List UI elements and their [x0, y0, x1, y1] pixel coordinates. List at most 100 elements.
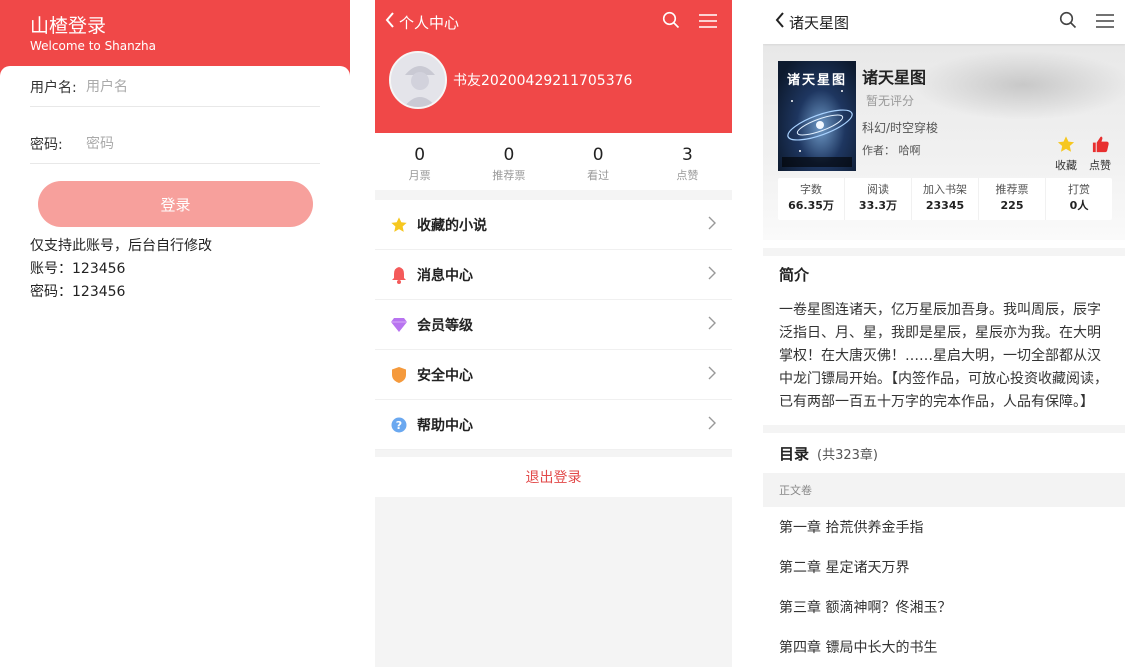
profile-nav-title: 个人中心 — [399, 13, 460, 32]
star-icon — [389, 215, 409, 235]
stat-recommend: 推荐票 225 — [979, 178, 1046, 220]
login-button[interactable]: 登录 — [38, 181, 313, 227]
book-stats: 字数 66.35万 阅读 33.3万 加入书架 23345 推荐票 225 打赏 0人 — [778, 178, 1112, 220]
stat-value: 23345 — [925, 199, 965, 212]
login-title: 山楂登录 — [30, 15, 107, 37]
stat-viewed[interactable]: 0 看过 — [554, 133, 643, 190]
chapter-item[interactable]: 第四章 镖局中长大的书生 — [763, 627, 1125, 667]
chapter-item[interactable]: 第三章 额滴神啊？佟湘玉？ — [763, 587, 1125, 627]
book-nav: 诸天星图 — [763, 0, 1125, 44]
menu-item-messages[interactable]: 消息中心 — [375, 250, 732, 300]
blurred-background — [913, 50, 1125, 120]
search-icon[interactable] — [1059, 11, 1077, 33]
intro-text: 一卷星图连诸天，亿万星辰加吾身。我叫周辰，辰字泛指日、月、星，我即是星辰，星辰亦… — [779, 302, 1108, 410]
stat-num: 0 — [592, 145, 604, 165]
username-label: 用户名: — [30, 79, 77, 96]
menu-icon[interactable] — [1095, 13, 1115, 32]
stat-reads: 阅读 33.3万 — [845, 178, 912, 220]
intro-title: 简介 — [779, 266, 810, 284]
login-note-1: 仅支持此账号，后台自行修改 — [30, 238, 212, 254]
stat-label: 推荐票 — [995, 183, 1029, 196]
stat-value: 66.35万 — [788, 199, 834, 212]
stat-monthly-ticket[interactable]: 0 月票 — [375, 133, 464, 190]
password-label: 密码: — [30, 136, 63, 153]
menu-icon[interactable] — [698, 13, 718, 32]
logout-button[interactable]: 退出登录 — [375, 457, 732, 497]
stat-bookshelf: 加入书架 23345 — [912, 178, 979, 220]
profile-screen: 个人中心 书友20200429211705376 0 月票 0 推荐票 0 看过 3 点… — [375, 0, 732, 667]
login-form: 用户名: 密码: 登录 仅支持此账号，后台自行修改 账号：123456 密码：1… — [0, 66, 350, 667]
chevron-right-icon — [708, 215, 716, 234]
profile-header: 个人中心 书友20200429211705376 — [375, 0, 732, 133]
back-icon[interactable] — [385, 12, 395, 32]
back-icon[interactable] — [775, 12, 785, 32]
book-header: 诸天星图 诸天星图 暂无评分 科幻/时空穿梭 作者： 哈啊 收藏 点赞 字数 66… — [763, 44, 1125, 240]
help-icon: ? — [389, 415, 409, 435]
profile-username: 书友20200429211705376 — [453, 73, 633, 89]
avatar[interactable] — [389, 51, 447, 109]
book-cover[interactable]: 诸天星图 — [778, 61, 856, 171]
book-score: 暂无评分 — [866, 94, 915, 108]
stat-tips: 打赏 0人 — [1046, 178, 1112, 220]
username-row: 用户名: — [30, 67, 320, 107]
stat-label: 看过 — [587, 169, 610, 182]
menu-item-label: 收藏的小说 — [417, 217, 487, 234]
stat-value: 33.3万 — [858, 199, 898, 212]
stat-value: 0人 — [1069, 199, 1089, 212]
like-label: 点赞 — [1089, 159, 1111, 172]
volume-label: 正文卷 — [763, 473, 1125, 507]
password-input[interactable] — [86, 135, 286, 152]
stat-num: 0 — [503, 145, 515, 165]
thumbs-up-icon — [1092, 136, 1109, 153]
book-title: 诸天星图 — [862, 68, 927, 87]
stat-num: 3 — [681, 145, 693, 165]
stat-label: 月票 — [408, 169, 431, 182]
intro-section: 简介 一卷星图连诸天，亿万星辰加吾身。我叫周辰，辰字泛指日、月、星，我即是星辰，… — [763, 248, 1125, 414]
toc-section: 目录 (共323章) 正文卷 第一章 拾荒供养金手指 第二章 星定诸天万界 第三… — [763, 425, 1125, 667]
avatar-placeholder-icon — [391, 53, 445, 107]
book-author[interactable]: 作者： 哈啊 — [862, 142, 921, 158]
stat-label: 点赞 — [676, 169, 699, 182]
menu-item-membership[interactable]: 会员等级 — [375, 300, 732, 350]
bell-icon — [389, 265, 409, 285]
like-button[interactable]: 点赞 — [1085, 135, 1115, 173]
menu-item-help[interactable]: ? 帮助中心 — [375, 400, 732, 450]
stat-label: 推荐票 — [492, 169, 526, 182]
stat-likes[interactable]: 3 点赞 — [643, 133, 732, 190]
menu-item-label: 安全中心 — [417, 367, 473, 384]
profile-stats: 0 月票 0 推荐票 0 看过 3 点赞 — [375, 133, 732, 190]
chapter-item[interactable]: 第二章 星定诸天万界 — [763, 547, 1125, 587]
stat-label: 字数 — [800, 183, 822, 196]
menu-item-security[interactable]: 安全中心 — [375, 350, 732, 400]
login-header: 山楂登录 Welcome to Shanzha — [0, 0, 350, 76]
toc-title: 目录 — [779, 444, 810, 463]
menu-item-label: 消息中心 — [417, 267, 473, 284]
chevron-right-icon — [708, 265, 716, 284]
star-icon — [1057, 136, 1075, 152]
stat-label: 阅读 — [867, 183, 889, 196]
toc-header[interactable]: 目录 (共323章) — [763, 433, 1125, 473]
collect-label: 收藏 — [1055, 159, 1077, 172]
stat-value: 225 — [1000, 199, 1024, 212]
profile-nav: 个人中心 — [385, 10, 718, 34]
diamond-icon — [389, 315, 409, 335]
collect-button[interactable]: 收藏 — [1051, 135, 1081, 173]
menu-item-label: 帮助中心 — [417, 417, 473, 434]
chapter-item[interactable]: 第一章 拾荒供养金手指 — [763, 507, 1125, 547]
chevron-right-icon — [708, 365, 716, 384]
stat-recommend-ticket[interactable]: 0 推荐票 — [464, 133, 553, 190]
stat-word-count: 字数 66.35万 — [778, 178, 845, 220]
menu-item-favorites[interactable]: 收藏的小说 — [375, 200, 732, 250]
username-input[interactable] — [86, 78, 286, 95]
search-icon[interactable] — [662, 11, 680, 33]
chevron-right-icon — [708, 315, 716, 334]
chevron-right-icon — [708, 415, 716, 434]
book-category[interactable]: 科幻/时空穿梭 — [862, 119, 938, 136]
login-note-3: 密码：123456 — [30, 284, 126, 300]
shield-icon — [389, 365, 409, 385]
login-note-2: 账号：123456 — [30, 261, 126, 277]
login-subtitle: Welcome to Shanzha — [30, 39, 157, 53]
cover-title: 诸天星图 — [786, 73, 847, 88]
cover-publisher-strip — [782, 157, 852, 167]
login-screen: 山楂登录 Welcome to Shanzha 用户名: 密码: 登录 仅支持此… — [0, 0, 350, 667]
